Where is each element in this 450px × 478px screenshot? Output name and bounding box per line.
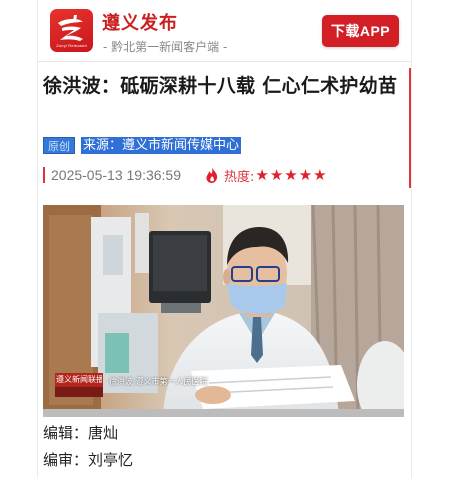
logo-subtext: Zunyi Released	[56, 43, 87, 48]
article-meta: 2025-05-13 19:36:59 热度: ★★★★★	[43, 166, 328, 185]
flame-icon	[206, 167, 218, 183]
app-logo[interactable]: Zunyi Released	[50, 9, 93, 52]
article-photo: 遵义新闻联播 徐洪波 遵义市第一人民医院	[43, 205, 404, 417]
app-name: 遵义发布	[102, 13, 178, 34]
article-page: Zunyi Released 遵义发布 - 黔北第一新闻客户端 - 下载APP …	[37, 0, 412, 478]
app-header: Zunyi Released 遵义发布 - 黔北第一新闻客户端 - 下载APP	[37, 0, 412, 62]
editor-credit: 编辑：唐灿	[43, 424, 119, 442]
reviewer-credit: 编审：刘亭忆	[43, 451, 134, 469]
photo-caption: 徐洪波 遵义市第一人民医院	[109, 377, 208, 386]
heat-label: 热度:	[224, 169, 255, 185]
article-source: 来源：遵义市新闻传媒中心	[81, 136, 242, 154]
article-title: 徐洪波：砥砺深耕十八载 仁心仁术护幼苗	[43, 75, 398, 97]
photo-watermark: 遵义新闻联播	[56, 375, 102, 384]
download-app-button[interactable]: 下载APP	[322, 15, 399, 47]
article-header: 徐洪波：砥砺深耕十八载 仁心仁术护幼苗 原创 来源：遵义市新闻传媒中心 2025…	[37, 62, 412, 194]
meta-divider	[43, 167, 45, 183]
publish-date: 2025-05-13 19:36:59	[51, 167, 181, 183]
accent-bar	[409, 68, 412, 188]
app-tagline: - 黔北第一新闻客户端 -	[103, 40, 228, 54]
heat-stars: ★★★★★	[255, 166, 328, 184]
article-tags: 原创 来源：遵义市新闻传媒中心	[43, 135, 242, 155]
original-badge: 原创	[43, 136, 75, 154]
